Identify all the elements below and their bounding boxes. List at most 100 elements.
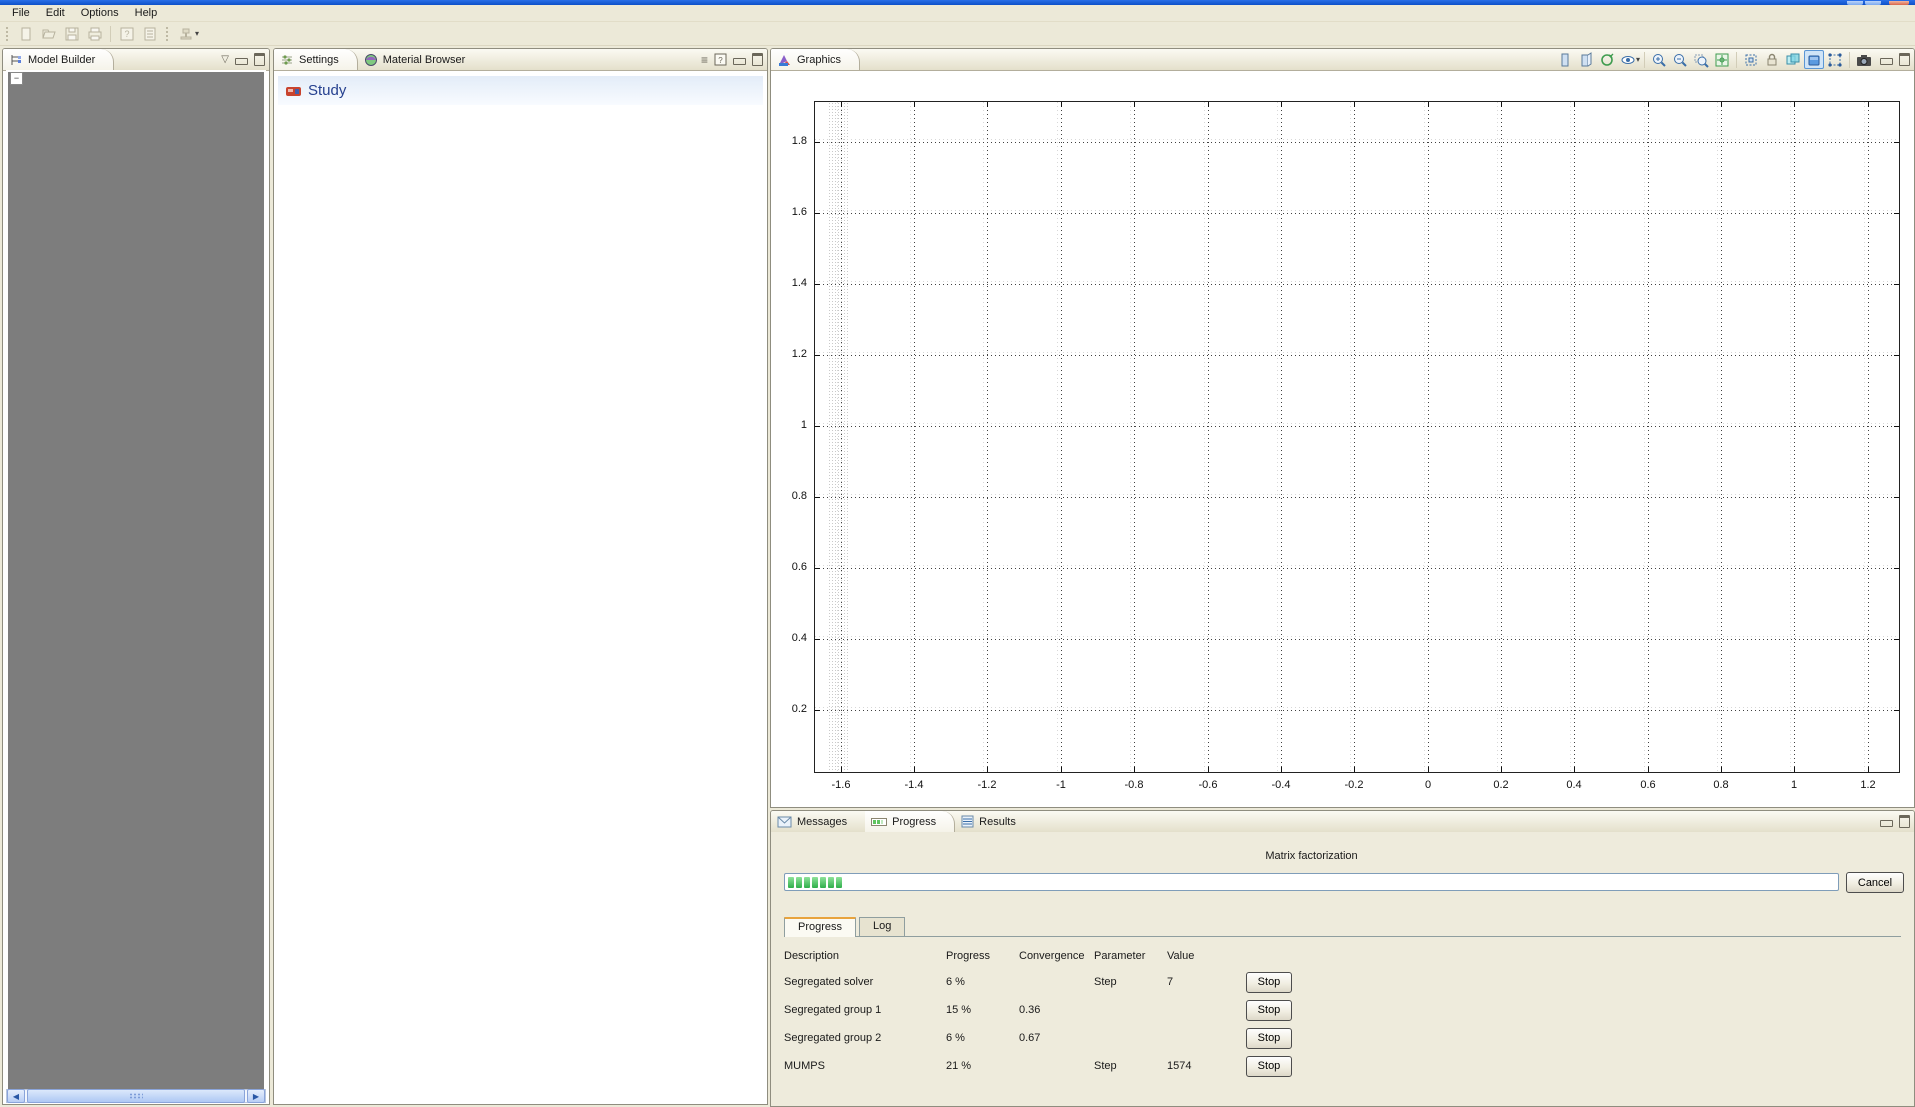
cell-description: Segregated solver — [784, 976, 874, 988]
camera-icon[interactable] — [1854, 50, 1874, 69]
select-vertices-icon[interactable] — [1825, 50, 1845, 69]
tab-model-builder[interactable]: Model Builder — [3, 49, 115, 70]
front-view-icon[interactable] — [1555, 50, 1575, 69]
tab-settings[interactable]: Settings — [274, 49, 358, 70]
gridline — [1868, 102, 1869, 772]
axis-tick — [1354, 767, 1355, 772]
model-builder-hscrollbar[interactable]: ◀ ▶ — [6, 1089, 266, 1103]
maximize-icon[interactable] — [752, 53, 763, 66]
print-icon[interactable] — [84, 24, 105, 44]
lock-icon[interactable] — [1762, 50, 1782, 69]
cell-value: 1574 — [1167, 1060, 1192, 1072]
x-tick-label: 0.8 — [1713, 779, 1729, 791]
axis-tick — [815, 355, 820, 356]
dropdown-caret-icon[interactable]: ▾ — [195, 29, 199, 38]
open-icon[interactable] — [38, 24, 59, 44]
scrollbar-thumb[interactable] — [27, 1089, 245, 1103]
model-tree-area[interactable]: − — [6, 70, 266, 1089]
axis-tick — [1648, 102, 1649, 107]
column-header: Progress — [946, 950, 991, 962]
scroll-right-icon[interactable]: ▶ — [247, 1089, 265, 1103]
axis-tick — [1574, 767, 1575, 772]
axis-tick — [1648, 767, 1649, 772]
progress-block — [796, 876, 802, 888]
tab-material-browser[interactable]: Material Browser — [358, 49, 484, 70]
menu-options[interactable]: Options — [73, 6, 127, 20]
scene-box-icon[interactable] — [1804, 50, 1824, 69]
progress-bar-icon — [871, 817, 888, 826]
maximize-icon[interactable] — [1899, 53, 1910, 66]
graphics-tab-label: Graphics — [797, 53, 842, 66]
orbit-icon[interactable] — [1597, 50, 1617, 69]
y-tick-label: 0.8 — [791, 490, 807, 502]
stop-button[interactable]: Stop — [1246, 1027, 1292, 1049]
axis-tick — [987, 767, 988, 772]
plot-icon[interactable] — [175, 24, 196, 44]
maximize-icon[interactable] — [254, 53, 265, 66]
gridline — [815, 639, 1899, 640]
plot-area[interactable]: -1.6 -1.4 -1.2 -1 -0.8 -0.6 -0.4 -0.2 0 0.2 0.4 0.6… — [792, 101, 1900, 791]
axis-tick — [1894, 497, 1899, 498]
cancel-button[interactable]: Cancel — [1846, 872, 1904, 893]
menu-help[interactable]: Help — [127, 6, 166, 20]
select-frame-icon[interactable] — [1741, 50, 1761, 69]
gridline-minor — [983, 102, 984, 772]
new-file-icon[interactable] — [15, 24, 36, 44]
help-icon[interactable]: ? — [116, 24, 137, 44]
tab-progress[interactable]: Progress — [865, 811, 956, 832]
progress-table-header: Description Progress Convergence Parameter V… — [784, 944, 1901, 968]
subtab-progress[interactable]: Progress — [784, 917, 857, 937]
help-page-icon[interactable]: ? — [714, 53, 727, 66]
axis-tick — [1281, 767, 1282, 772]
zoom-box-icon[interactable] — [1691, 50, 1711, 69]
back-view-icon[interactable] — [1576, 50, 1596, 69]
gridline — [1281, 102, 1282, 772]
zoom-extents-icon[interactable] — [1712, 50, 1732, 69]
y-tick-label: 1.8 — [791, 135, 807, 147]
gridline — [841, 102, 842, 772]
progress-block — [836, 876, 842, 888]
subtab-log[interactable]: Log — [859, 917, 906, 936]
hamburger-icon[interactable]: ≡ — [701, 54, 708, 66]
settings-header: Settings Material Browser ≡ ? — [274, 49, 767, 71]
x-tick-label: 0 — [1424, 779, 1432, 791]
x-tick-label: -0.4 — [1271, 779, 1291, 791]
stop-button[interactable]: Stop — [1246, 1055, 1292, 1077]
gridline-minor — [1057, 102, 1058, 772]
column-header: Description — [784, 950, 840, 962]
tab-messages[interactable]: Messages — [771, 811, 865, 832]
report-icon[interactable] — [139, 24, 160, 44]
visibility-eye-icon[interactable] — [1618, 50, 1638, 69]
gridline-minor — [1350, 102, 1351, 772]
zoom-out-icon[interactable] — [1670, 50, 1690, 69]
overall-progress-bar — [784, 873, 1839, 891]
minimize-icon[interactable] — [1880, 58, 1893, 65]
menu-chevron-icon[interactable]: ▽ — [221, 54, 229, 65]
minimize-icon[interactable] — [1880, 820, 1893, 827]
tab-results[interactable]: Results — [955, 811, 1034, 832]
menu-edit[interactable]: Edit — [38, 6, 73, 20]
minimize-icon[interactable] — [235, 58, 248, 65]
stop-button[interactable]: Stop — [1246, 971, 1292, 993]
axis-tick — [1281, 102, 1282, 107]
axis-tick — [815, 213, 820, 214]
axis-tick — [1574, 102, 1575, 107]
axis-tick — [815, 710, 820, 711]
dropdown-caret-icon[interactable]: ▾ — [1636, 55, 1640, 64]
scroll-left-icon[interactable]: ◀ — [7, 1089, 25, 1103]
axis-tick — [1208, 102, 1209, 107]
cell-progress: 21 % — [946, 1060, 972, 1072]
minimize-icon[interactable] — [733, 58, 746, 65]
zoom-in-icon[interactable] — [1649, 50, 1669, 69]
gridline-minor — [1644, 102, 1645, 772]
transparency-icon[interactable] — [1783, 50, 1803, 69]
x-tick-label: 1.2 — [1860, 779, 1876, 791]
menu-file[interactable]: File — [4, 6, 38, 20]
axis-tick — [1721, 767, 1722, 772]
tab-graphics[interactable]: Graphics — [771, 49, 861, 70]
stop-button[interactable]: Stop — [1246, 999, 1292, 1021]
toolbar-separator — [110, 25, 111, 42]
save-icon[interactable] — [61, 24, 82, 44]
tree-expander-icon[interactable]: − — [10, 72, 23, 85]
maximize-icon[interactable] — [1899, 815, 1910, 828]
